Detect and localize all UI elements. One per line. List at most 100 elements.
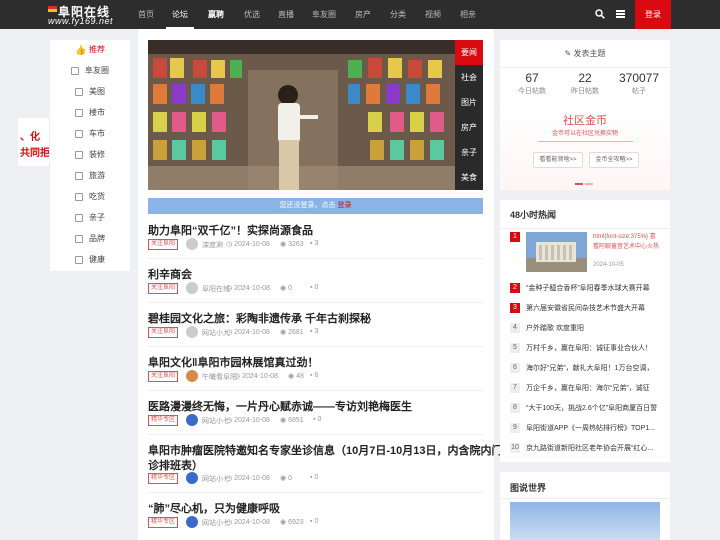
avatar[interactable] [186, 516, 198, 528]
comment-count: ▪ 6 [310, 372, 319, 379]
post-title[interactable]: 利辛商会 [148, 266, 192, 282]
world-title: 图说世界 [510, 483, 547, 493]
post-title[interactable]: 助力阜阳“双千亿”！实探尚源食品 [148, 222, 313, 238]
post-author[interactable]: 午曦看阜阳 [202, 372, 237, 382]
nav-video[interactable]: 视频 [419, 0, 447, 29]
post-title[interactable]: “肺”尽心机，只为健康呼吸 [148, 500, 280, 516]
hot-news-first-title[interactable]: html{font-size:375%} 喜看阿聊童音艺术中心火热 [593, 232, 661, 252]
sidebar-item-recommend[interactable]: 👍 推荐 [50, 40, 130, 60]
search-icon[interactable] [595, 9, 605, 19]
sidebar-item-parenting[interactable]: 亲子 [50, 208, 130, 228]
stat-today: 67 今日帖数 [518, 71, 546, 95]
tab-pictures[interactable]: 图片 [455, 90, 483, 115]
tab-parenting[interactable]: 亲子 [455, 140, 483, 165]
nav-friends[interactable]: 阜友圈 [308, 0, 340, 29]
hot-news-thumbnail[interactable] [526, 232, 587, 272]
list-item[interactable]: 9 阜阳街道APP《一周热帖排行榜》TOP1... [510, 418, 665, 440]
login-notice: 您还没登录，点击 登录 [148, 198, 483, 214]
nav-realestate[interactable]: 房产 [349, 0, 377, 29]
coin-mall: 社区金币 金币可以在社区兑换实物 看看能领啥>> 金币全攻略>> [500, 106, 670, 190]
sidebar-item-health[interactable]: 健康 [50, 250, 130, 270]
sidebar-item-property[interactable]: 楼市 [50, 103, 130, 123]
sidebar-item-friends[interactable]: 阜友圈 [50, 61, 130, 81]
picture-icon [75, 88, 83, 96]
post-author[interactable]: 滦度涮 [202, 240, 223, 250]
comment-count: ▪ 3 [310, 328, 319, 335]
sidebar-item-food[interactable]: 吃货 [50, 187, 130, 207]
nav-classified[interactable]: 分类 [384, 0, 412, 29]
post-date: ◷ 2024-10-08 [226, 417, 270, 424]
comment-count: ▪ 0 [313, 416, 322, 423]
tab-headlines[interactable]: 要闻 [455, 40, 483, 65]
avatar[interactable] [186, 414, 198, 426]
post-tag[interactable]: 关注阜阳 [148, 239, 179, 250]
post-title[interactable]: 阜阳文化‖阜阳市园林展馆真过劲！ [148, 354, 318, 370]
list-item[interactable]: 3 第六届安徽省民间杂技艺术节盛大开幕 [510, 298, 665, 320]
avatar[interactable] [186, 238, 198, 250]
sidebar-item-brand[interactable]: 品牌 [50, 229, 130, 249]
nav-dating[interactable]: 相亲 [454, 0, 482, 29]
site-logo[interactable]: 阜阳在线 www.fy169.net [48, 2, 128, 28]
category-sidebar: 👍 推荐 阜友圈 美图 楼市 车市 装修 旅游 吃货 亲子 品牌 健康 [50, 40, 130, 271]
divider [148, 258, 483, 259]
list-item[interactable]: 7 万企千乡，赢在阜阳：海尔“兄弟”，诚征 [510, 378, 665, 400]
top-navbar: 阜阳在线 www.fy169.net 首页 论坛 嬴聘 优选 直播 阜友圈 房产… [0, 0, 720, 29]
rank-badge: 1 [510, 232, 520, 242]
nav-forum[interactable]: 论坛 [166, 0, 194, 29]
hero-image[interactable] [148, 40, 455, 190]
list-item[interactable]: 8 “大干100天，挑战2.6个亿”阜阳商厦百日誓 [510, 398, 665, 420]
wrench-icon [75, 151, 83, 159]
sidebar-item-decor[interactable]: 装修 [50, 145, 130, 165]
new-post-button[interactable]: ✎ 发表主题 [500, 40, 670, 68]
stats-panel: ✎ 发表主题 67 今日帖数 22 昨日帖数 370077 帖子 社区金币 金币可以在… [500, 40, 670, 190]
tab-food[interactable]: 美食 [455, 165, 483, 190]
login-button[interactable]: 登录 [635, 0, 671, 29]
list-item[interactable]: 6 海尔好“兄弟”，献礼大阜阳！1万台空调， [510, 358, 665, 380]
post-tag[interactable]: 关注阜阳 [148, 283, 179, 294]
view-count: ◉ 6923 [280, 519, 304, 526]
sidebar-item-photos[interactable]: 美图 [50, 82, 130, 102]
post-tag[interactable]: 精华专区 [148, 517, 179, 528]
view-count: ◉ 0 [280, 285, 292, 292]
nav-selected[interactable]: 优选 [238, 0, 266, 29]
list-item[interactable]: 4 户外踏歌 欢度重阳 [510, 318, 665, 340]
family-icon [75, 214, 83, 222]
list-item[interactable]: 2 “金种子醯合香杯”阜阳春季水球大赛开幕 [510, 278, 665, 300]
divider [148, 346, 483, 347]
list-item[interactable]: 10 京九路街道新阳社区老年协会开展“红心... [510, 438, 665, 460]
post-title[interactable]: 阜阳市肿瘤医院特邀知名专家坐诊信息（10月7日-10月13日，内含院内门 [148, 442, 503, 458]
side-ad-banner[interactable]: 、化 共同拒 [17, 117, 50, 167]
hot-news-panel: 48小时热闻 1 html{font-size:375%} 喜看阿聊童音艺术中心… [500, 200, 670, 462]
nav-live[interactable]: 直播 [272, 0, 300, 29]
avatar[interactable] [186, 370, 198, 382]
post-title[interactable]: 碧桂园文化之旅：彩陶非遗传承 千年古刹探秘 [148, 310, 371, 326]
sidebar-item-cars[interactable]: 车市 [50, 124, 130, 144]
post-tag[interactable]: 关注阜阳 [148, 371, 179, 382]
notice-login-link[interactable]: 登录 [337, 202, 351, 209]
avatar[interactable] [186, 472, 198, 484]
menu-icon[interactable] [616, 10, 625, 18]
world-picture[interactable] [510, 502, 660, 540]
mall-guide-button[interactable]: 金币全攻略>> [589, 152, 639, 168]
post-title[interactable]: 医路漫漫终无悔，一片丹心赋赤诚——专访刘艳梅医生 [148, 398, 412, 414]
tab-realestate[interactable]: 房产 [455, 115, 483, 140]
post-tag[interactable]: 关注阜阳 [148, 327, 179, 338]
avatar[interactable] [186, 326, 198, 338]
post-date: ◷ 2024-10-08 [234, 373, 278, 380]
comment-count: ▪ 0 [310, 518, 319, 525]
mall-rewards-button[interactable]: 看看能领啥>> [533, 152, 583, 168]
nav-jobs[interactable]: 嬴聘 [202, 0, 230, 29]
carousel-dots[interactable] [575, 178, 595, 187]
stat-total: 370077 帖子 [618, 71, 660, 95]
list-item[interactable]: 5 万村千乡，赢在阜阳：诚征事业合伙人！ [510, 338, 665, 360]
tab-society[interactable]: 社会 [455, 65, 483, 90]
post-title-line2[interactable]: 诊排班表） [148, 457, 203, 473]
divider [500, 498, 670, 499]
nav-home[interactable]: 首页 [130, 0, 162, 29]
site-url: www.fy169.net [48, 16, 114, 26]
divider [148, 390, 483, 391]
sidebar-item-travel[interactable]: 旅游 [50, 166, 130, 186]
post-tag[interactable]: 精华专区 [148, 473, 179, 484]
avatar[interactable] [186, 282, 198, 294]
post-tag[interactable]: 精华专区 [148, 415, 179, 426]
